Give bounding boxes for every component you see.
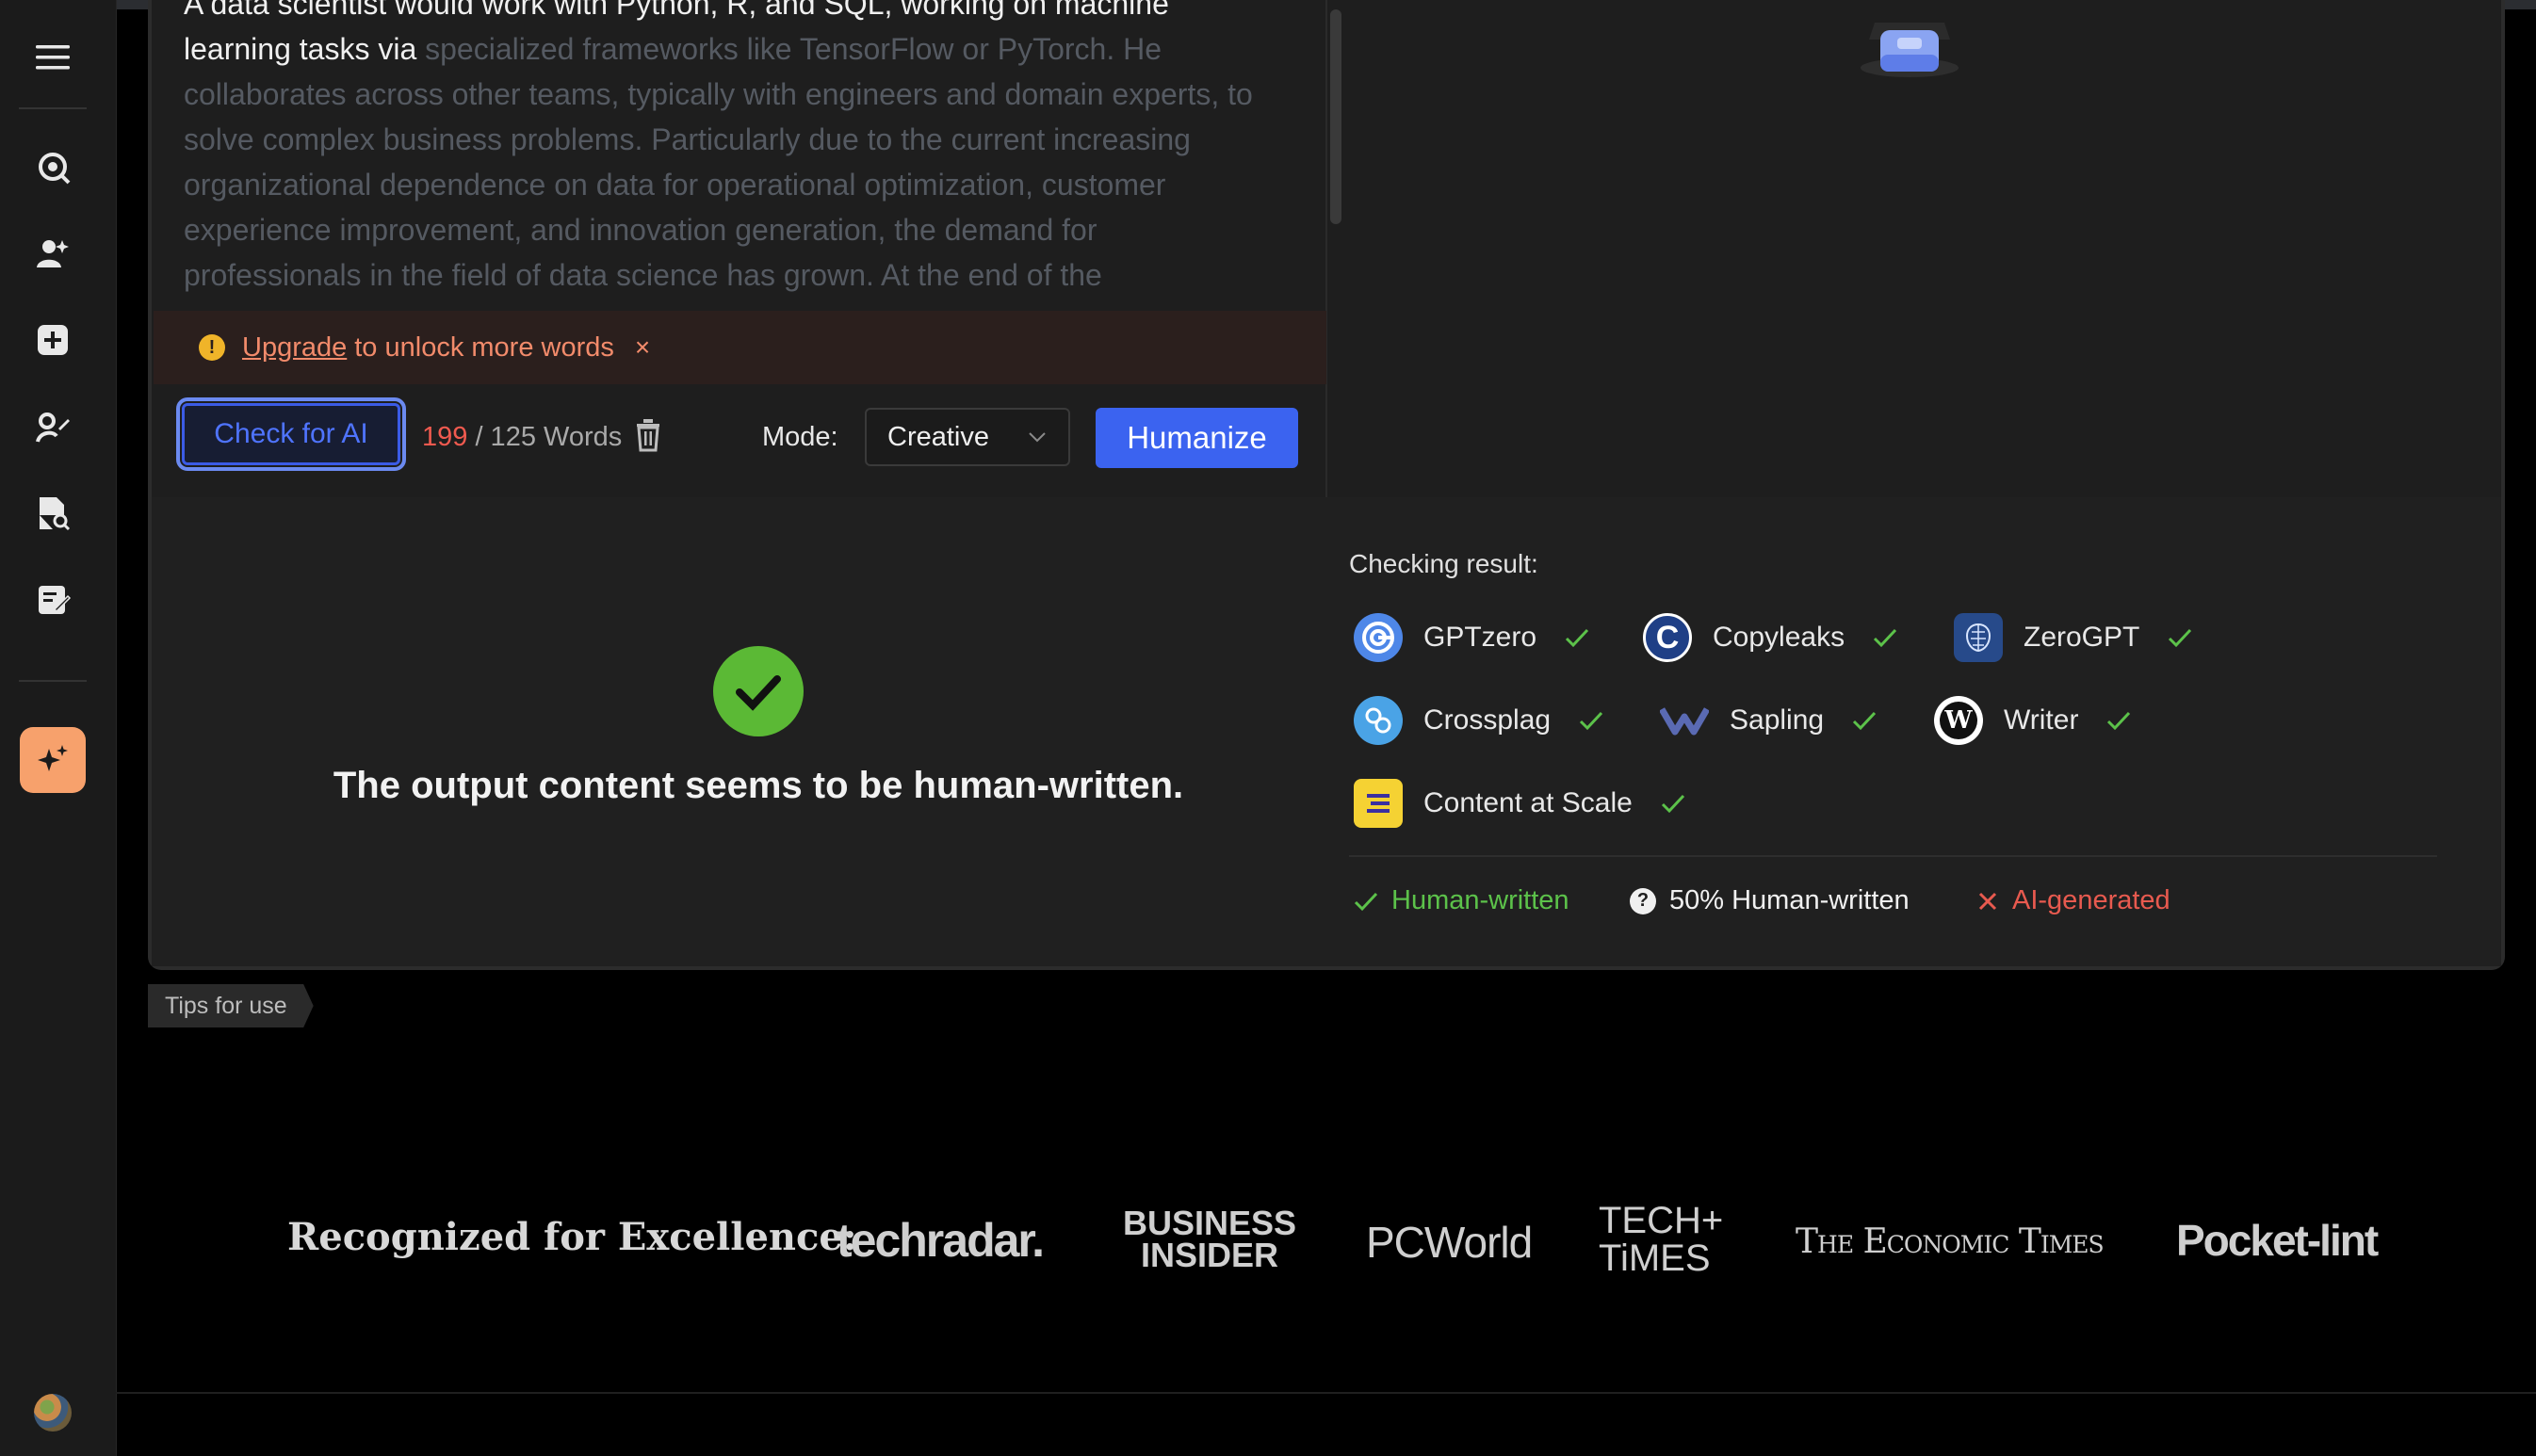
mode-label: Mode: [762, 422, 838, 452]
sidebar-divider [19, 680, 87, 682]
business-insider-line1: BUSINESS [1123, 1204, 1297, 1242]
legend-ai-label: AI-generated [2012, 885, 2170, 915]
check-icon [1874, 628, 1897, 648]
add-icon [38, 325, 68, 355]
chevron-down-icon [1029, 432, 1046, 443]
check-icon [2169, 628, 2192, 648]
success-check-icon [713, 646, 804, 736]
detector-name: Content at Scale [1423, 787, 1633, 818]
input-text-area[interactable]: A data scientist would work with Python,… [184, 0, 1276, 297]
detector-content-at-scale: Content at Scale [1354, 777, 1685, 830]
humanizer-icon [37, 240, 69, 267]
result-message: The output content seems to be human-wri… [333, 765, 1184, 806]
detector-name: Writer [2004, 704, 2079, 736]
mode-dropdown[interactable]: Creative [865, 408, 1070, 466]
word-counter: 199 / 125 Words [422, 422, 622, 453]
detector-sapling: Sapling [1660, 694, 1877, 747]
warning-icon: ! [199, 334, 225, 361]
input-text-dim: specialized frameworks like TensorFlow o… [184, 32, 1253, 292]
paraphraser-icon [36, 413, 70, 443]
sidebar [0, 0, 117, 1456]
detector-crossplag: Crossplag [1354, 694, 1603, 747]
detector-writer: W Writer [1934, 694, 2131, 747]
sapling-logo-icon [1660, 696, 1709, 745]
footer-divider [116, 1392, 2536, 1394]
check-icon [1565, 628, 1589, 648]
question-icon: ? [1630, 887, 1656, 914]
brain-icon [1954, 613, 2003, 662]
editor-toolbar: Check for AI 199 / 125 Words Mode: Creat… [154, 384, 1326, 497]
upgrade-text: to unlock more words [354, 332, 614, 363]
legend-human-label: Human-written [1391, 885, 1569, 915]
check-icon [2107, 711, 2131, 731]
editor-scrollbar[interactable] [1330, 9, 1341, 224]
checking-result-label: Checking result: [1349, 549, 1538, 578]
pcworld-logo: PCWorld [1366, 1218, 1533, 1267]
detector-zerogpt: ZeroGPT [1954, 611, 2192, 664]
check-icon [1853, 711, 1877, 731]
legend-human: Human-written [1354, 885, 1569, 916]
business-insider-logo: BUSINESS INSIDER [1123, 1204, 1297, 1274]
detector-name: GPTzero [1423, 622, 1537, 653]
sidebar-item-ai-tools[interactable] [20, 727, 86, 793]
sidebar-item-humanizer[interactable] [18, 218, 88, 288]
sidebar-item-ai-detector[interactable] [18, 132, 88, 202]
detector-name: Crossplag [1423, 704, 1552, 736]
detector-copyleaks: C Copyleaks [1643, 611, 1897, 664]
check-for-ai-button[interactable]: Check for AI [176, 397, 406, 471]
close-icon[interactable]: × [635, 332, 650, 363]
menu-icon [36, 45, 70, 70]
check-icon [1580, 711, 1603, 731]
crossplag-logo-icon [1354, 696, 1403, 745]
mode-value: Creative [887, 421, 989, 452]
ai-detector-icon [39, 153, 71, 185]
gptzero-logo-icon [1354, 613, 1403, 662]
humanize-button[interactable]: Humanize [1096, 408, 1298, 468]
sidebar-item-paraphraser[interactable] [18, 392, 88, 461]
upgrade-link[interactable]: Upgrade [242, 332, 347, 364]
document-search-icon [40, 497, 71, 531]
words-used: 199 [422, 422, 468, 452]
x-icon [1978, 892, 1997, 910]
sidebar-divider [19, 107, 87, 109]
economic-times-logo: The Economic Times [1796, 1222, 2105, 1261]
check-icon [1354, 892, 1378, 911]
sparkle-icon [38, 745, 68, 771]
check-icon [1661, 794, 1684, 814]
menu-button[interactable] [18, 23, 88, 92]
sidebar-item-add[interactable] [18, 305, 88, 375]
sidebar-item-document-search[interactable] [18, 478, 88, 548]
upgrade-banner: ! Upgrade to unlock more words × [154, 311, 1326, 384]
words-limit: / 125 Words [467, 422, 623, 452]
legend-half: ? 50% Human-written [1630, 885, 1910, 916]
detector-name: Copyleaks [1713, 622, 1845, 653]
sidebar-item-grammar-check[interactable] [18, 565, 88, 635]
content-at-scale-logo-icon [1354, 779, 1403, 828]
empty-box-icon [1861, 23, 1959, 77]
techtimes-logo: TECH+ TiMES [1599, 1202, 1723, 1277]
legend-half-label: 50% Human-written [1669, 885, 1910, 915]
pocketlint-logo: Pocket-lint [2176, 1216, 2379, 1265]
detector-gptzero: GPTzero [1354, 611, 1589, 664]
detector-name: Sapling [1730, 704, 1825, 736]
trash-icon[interactable] [634, 418, 662, 452]
business-insider-line2: INSIDER [1141, 1236, 1279, 1274]
detector-name: ZeroGPT [2024, 622, 2140, 653]
user-avatar[interactable] [34, 1394, 72, 1432]
copyleaks-logo-icon: C [1643, 613, 1692, 662]
techradar-logo: techradar. [837, 1214, 1045, 1267]
legend-divider [1349, 855, 2437, 857]
tips-for-use-tab[interactable]: Tips for use [148, 984, 314, 1027]
techtimes-line2: TiMES [1599, 1238, 1711, 1279]
techtimes-line1: TECH+ [1599, 1200, 1724, 1241]
writer-logo-icon: W [1934, 696, 1983, 745]
legend-ai: AI-generated [1976, 885, 2170, 916]
grammar-check-icon [39, 586, 72, 614]
recognized-label: Recognized for Excellence: [287, 1215, 857, 1259]
